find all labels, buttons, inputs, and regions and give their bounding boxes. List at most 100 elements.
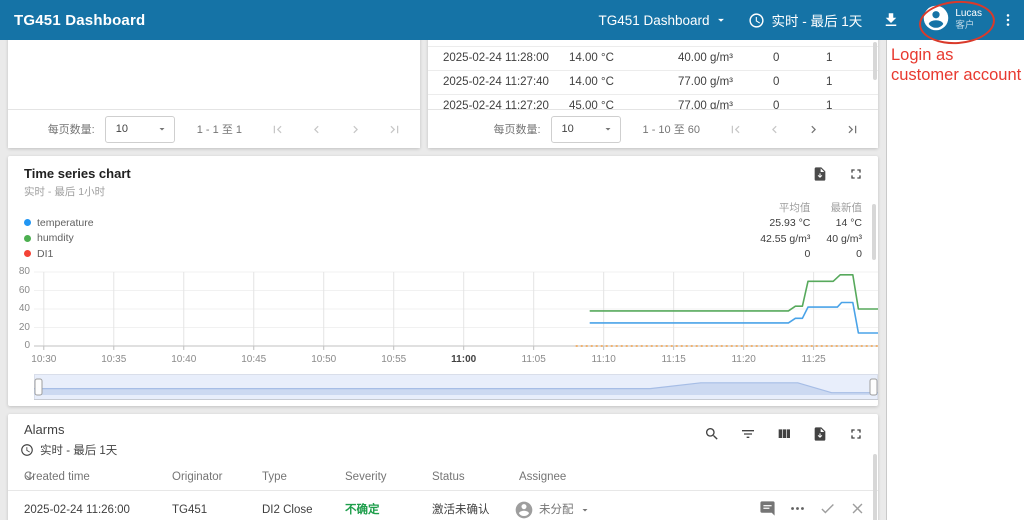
annotation-text: Login as customer account xyxy=(891,45,1024,85)
acknowledge-check-icon[interactable] xyxy=(819,500,836,517)
chart-legend: temperature humdity DI1 xyxy=(24,215,94,262)
y-axis-labels: 020406080 xyxy=(8,268,30,358)
page-size-select[interactable]: 10 xyxy=(105,116,175,143)
next-page-icon[interactable] xyxy=(348,122,363,137)
prev-page-icon[interactable] xyxy=(767,122,782,137)
alarm-originator: TG451 xyxy=(172,498,207,520)
legend-item-di1[interactable]: DI1 xyxy=(24,246,94,262)
search-icon[interactable] xyxy=(704,426,720,442)
right-table-pagination: 每页数量: 10 1 - 10 至 60 xyxy=(428,109,878,148)
y-tick-label: 80 xyxy=(8,266,30,277)
page-title: TG451 Dashboard xyxy=(14,12,145,29)
prev-page-icon[interactable] xyxy=(309,122,324,137)
fullscreen-icon[interactable] xyxy=(848,426,864,442)
legend-dot xyxy=(24,235,31,242)
page-range-label: 1 - 10 至 60 xyxy=(643,121,700,137)
legend-dot xyxy=(24,250,31,257)
chevron-down-icon xyxy=(156,123,168,135)
alarm-type: DI2 Close xyxy=(262,498,313,520)
chevron-down-icon xyxy=(714,13,728,27)
table-row[interactable]: 2025-02-24 11:27:40 14.00 °C 77.00 g/m³ … xyxy=(428,70,878,95)
timewindow-button[interactable]: 实时 - 最后 1天 xyxy=(748,10,863,30)
widget-actions xyxy=(812,166,864,182)
page-size-value: 10 xyxy=(116,123,128,135)
chart-range-brush[interactable] xyxy=(34,374,878,400)
clear-close-icon[interactable] xyxy=(849,500,866,517)
page-size-value: 10 xyxy=(562,123,574,135)
cell-di1: 0 xyxy=(773,70,779,94)
x-tick-label: 11:25 xyxy=(790,354,838,365)
column-severity[interactable]: Severity xyxy=(345,466,387,488)
first-page-icon[interactable] xyxy=(270,122,285,137)
alarms-timewindow-button[interactable]: 实时 - 最后 1天 xyxy=(20,442,117,458)
last-page-icon[interactable] xyxy=(845,122,860,137)
divider xyxy=(8,490,878,491)
comment-icon[interactable] xyxy=(759,500,776,517)
first-page-icon[interactable] xyxy=(728,122,743,137)
table-row[interactable]: 2025-02-24 11:28:00 14.00 °C 40.00 g/m³ … xyxy=(428,46,878,71)
legend-item-temperature[interactable]: temperature xyxy=(24,215,94,231)
legend-label: temperature xyxy=(37,217,94,229)
column-originator[interactable]: Originator xyxy=(172,466,223,488)
legend-item-humdity[interactable]: humdity xyxy=(24,231,94,247)
page-range-label: 1 - 1 至 1 xyxy=(197,121,242,137)
left-table-widget: 每页数量: 10 1 - 1 至 1 xyxy=(8,26,420,148)
pagination-nav xyxy=(270,122,402,137)
timeseries-plot[interactable] xyxy=(34,268,878,357)
alarm-status: 激活未确认 xyxy=(432,498,490,520)
last-page-icon[interactable] xyxy=(387,122,402,137)
fullscreen-icon[interactable] xyxy=(848,166,864,182)
scrollbar-thumb[interactable] xyxy=(873,42,877,80)
alarms-actions xyxy=(704,426,864,442)
download-icon[interactable] xyxy=(882,11,900,29)
widget-timewindow[interactable]: 实时 - 最后 1小时 xyxy=(24,184,105,199)
export-icon[interactable] xyxy=(812,426,828,442)
stat-avg: 42.55 g/m³ xyxy=(760,233,810,245)
legend-stats: 平均值 最新值 25.93 °C 14 °C 42.55 g/m³ 40 g/m… xyxy=(760,200,862,262)
scrollbar-thumb[interactable] xyxy=(873,454,877,520)
y-tick-label: 60 xyxy=(8,285,30,296)
y-tick-label: 40 xyxy=(8,303,30,314)
column-status[interactable]: Status xyxy=(432,466,465,488)
user-info: Lucas 客户 xyxy=(955,8,982,31)
next-page-icon[interactable] xyxy=(806,122,821,137)
column-created-time[interactable]: Created time xyxy=(24,466,36,488)
user-menu[interactable]: Lucas 客户 xyxy=(922,4,982,37)
app-window: TG451 Dashboard TG451 Dashboard 实时 - 最后 … xyxy=(0,0,1024,520)
timewindow-label: 实时 - 最后 1天 xyxy=(772,10,863,30)
alarm-row[interactable]: 2025-02-24 11:26:00 TG451 DI2 Close 不确定 … xyxy=(8,498,878,520)
stats-header-avg: 平均值 xyxy=(779,200,811,215)
assignee-avatar-icon xyxy=(514,500,534,520)
x-tick-label: 11:15 xyxy=(650,354,698,365)
filter-icon[interactable] xyxy=(740,426,756,442)
stat-avg: 25.93 °C xyxy=(769,217,810,229)
column-type[interactable]: Type xyxy=(262,466,287,488)
x-tick-label: 11:00 xyxy=(440,354,488,365)
more-menu-icon[interactable] xyxy=(1000,12,1016,28)
x-tick-label: 10:35 xyxy=(90,354,138,365)
page-size-select[interactable]: 10 xyxy=(551,116,621,143)
right-table-widget: 2025-02-24 11:28:00 14.00 °C 40.00 g/m³ … xyxy=(428,26,878,148)
x-axis-labels: 10:3010:3510:4010:4510:5010:5511:0011:05… xyxy=(34,354,878,366)
scrollbar-thumb[interactable] xyxy=(872,204,876,260)
page-size-label: 每页数量: xyxy=(48,121,95,137)
alarm-assignee-select[interactable]: 未分配 xyxy=(514,498,591,520)
cell-humidity: 77.00 g/m³ xyxy=(678,70,733,94)
column-assignee[interactable]: Assignee xyxy=(519,466,566,488)
export-icon[interactable] xyxy=(812,166,828,182)
x-tick-label: 11:10 xyxy=(580,354,628,365)
dashboard-select[interactable]: TG451 Dashboard xyxy=(598,13,727,28)
x-tick-label: 10:55 xyxy=(370,354,418,365)
alarm-created-time: 2025-02-24 11:26:00 xyxy=(24,498,130,520)
more-actions-icon[interactable] xyxy=(789,500,806,517)
widget-title: Time series chart xyxy=(24,166,131,181)
column-label: Created time xyxy=(24,466,90,488)
x-tick-label: 10:50 xyxy=(300,354,348,365)
cell-time: 2025-02-24 11:27:40 xyxy=(443,70,549,94)
x-tick-label: 10:40 xyxy=(160,354,208,365)
legend-label: humdity xyxy=(37,232,74,244)
y-tick-label: 20 xyxy=(8,322,30,333)
timeseries-widget: Time series chart 实时 - 最后 1小时 temperatur… xyxy=(8,156,878,406)
columns-icon[interactable] xyxy=(776,426,792,442)
cell-di2: 1 xyxy=(826,46,832,70)
